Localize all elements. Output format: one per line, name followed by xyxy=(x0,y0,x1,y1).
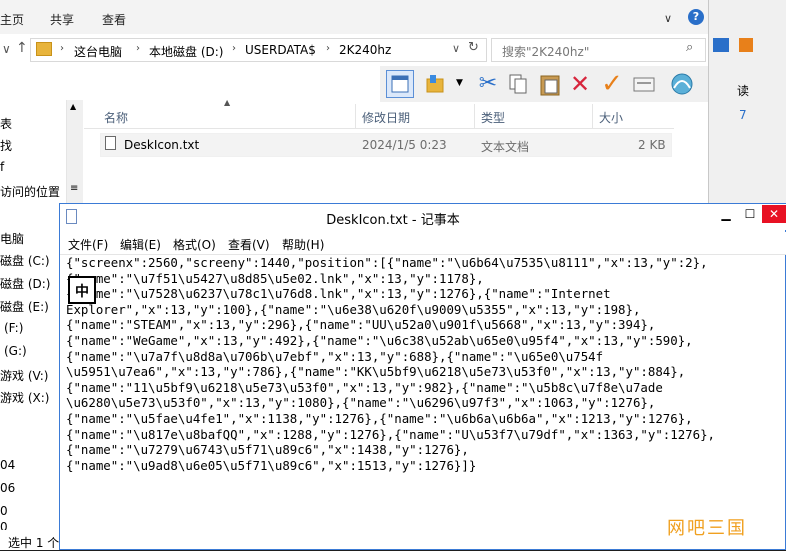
column-divider[interactable] xyxy=(474,104,475,128)
search-placeholder: 搜索"2K240hz" xyxy=(502,45,590,59)
column-divider[interactable] xyxy=(355,104,356,128)
app-icon xyxy=(713,38,729,52)
app-icon xyxy=(739,38,753,52)
column-date[interactable]: 修改日期 xyxy=(362,109,410,126)
nav-item-drive-v[interactable]: 游戏 (V:) xyxy=(0,367,48,384)
breadcrumb-sep-icon: › xyxy=(136,43,140,54)
scroll-up-icon[interactable]: ▲ xyxy=(70,102,76,111)
breadcrumb-2k240hz[interactable]: 2K240hz xyxy=(339,43,391,57)
nav-item-drive-c[interactable]: 磁盘 (C:) xyxy=(0,252,50,269)
ime-indicator[interactable]: 中 xyxy=(68,276,96,304)
folder-icon xyxy=(36,42,52,56)
status-text: 选中 1 个 xyxy=(8,536,60,550)
up-arrow-icon[interactable]: ↑ xyxy=(16,40,28,56)
file-date: 2024/1/5 0:23 xyxy=(362,138,447,152)
breadcrumb-userdata[interactable]: USERDATA$ xyxy=(245,43,316,57)
nav-item-drive-g[interactable]: (G:) xyxy=(4,344,27,358)
refresh-icon[interactable]: ↻ xyxy=(468,40,479,55)
tab-share[interactable]: 共享 xyxy=(50,11,74,28)
column-size[interactable]: 大小 xyxy=(599,109,623,126)
nav-item-this-pc[interactable]: 电脑 xyxy=(0,230,24,247)
dropdown-arrow-icon[interactable]: ▼ xyxy=(456,78,463,88)
menu-help[interactable]: 帮助(H) xyxy=(282,236,324,253)
nav-item[interactable]: 0 xyxy=(0,504,8,518)
nav-item[interactable]: 找 xyxy=(0,137,12,154)
nav-item-drive-d[interactable]: 磁盘 (D:) xyxy=(0,275,50,292)
menu-file[interactable]: 文件(F) xyxy=(68,236,108,253)
cut-icon[interactable]: ✂ xyxy=(474,70,502,98)
ribbon-expand-icon[interactable]: ∨ xyxy=(664,12,672,25)
minimize-button[interactable]: ▁ xyxy=(714,205,738,223)
column-type[interactable]: 类型 xyxy=(481,109,505,126)
background-window: 读 7 xyxy=(708,0,786,205)
tab-home[interactable]: 主页 xyxy=(0,11,24,28)
column-label: 读 xyxy=(737,84,750,98)
menu-view[interactable]: 查看(V) xyxy=(228,236,270,253)
breadcrumb-sep-icon: › xyxy=(60,43,64,54)
nav-item-recent-places[interactable]: 访问的位置 xyxy=(0,183,60,200)
file-name: DeskIcon.txt xyxy=(124,138,200,152)
breadcrumb-drive-d[interactable]: 本地磁盘 (D:) xyxy=(149,43,223,60)
delete-icon[interactable]: ✕ xyxy=(566,70,594,98)
file-type: 文本文档 xyxy=(481,140,530,154)
paste-icon[interactable] xyxy=(536,70,564,98)
nav-item[interactable]: 06 xyxy=(0,481,15,495)
nav-item-drive-e[interactable]: 磁盘 (E:) xyxy=(0,298,49,315)
tab-view[interactable]: 查看 xyxy=(102,11,126,28)
search-icon[interactable]: ⌕ xyxy=(686,40,693,55)
details-view-icon[interactable] xyxy=(386,70,414,98)
text-file-icon xyxy=(105,136,116,150)
menu-edit[interactable]: 编辑(E) xyxy=(120,236,161,253)
breadcrumb-this-pc[interactable]: 这台电脑 xyxy=(74,43,122,60)
close-button[interactable]: ✕ xyxy=(762,205,786,223)
properties-icon[interactable] xyxy=(630,70,658,98)
sort-up-icon: ▲ xyxy=(224,98,231,107)
column-name[interactable]: 名称 xyxy=(104,109,128,126)
scroll-grip-icon[interactable]: ≡ xyxy=(70,183,78,194)
nav-item-drive-x[interactable]: 游戏 (X:) xyxy=(0,389,49,406)
address-dropdown-icon[interactable]: ∨ xyxy=(452,42,460,55)
menu-bar xyxy=(60,232,786,255)
chevron-down-icon[interactable]: ∨ xyxy=(2,42,11,56)
copy-icon[interactable] xyxy=(504,70,532,98)
select-check-icon[interactable]: ✓ xyxy=(598,70,626,98)
breadcrumb-sep-icon: › xyxy=(232,43,236,54)
breadcrumb-sep-icon: › xyxy=(326,43,330,54)
menu-format[interactable]: 格式(O) xyxy=(173,236,216,253)
window-title: DeskIcon.txt - 记事本 xyxy=(326,213,460,228)
notepad-text-area[interactable]: {"screenx":2560,"screeny":1440,"position… xyxy=(66,255,766,535)
nav-item-drive-f[interactable]: (F:) xyxy=(4,321,23,335)
minimize-icon[interactable] xyxy=(711,10,729,28)
folder-options-icon[interactable] xyxy=(422,70,450,98)
nav-item[interactable]: 表 xyxy=(0,115,12,132)
shell-icon[interactable] xyxy=(668,70,696,98)
maximize-button[interactable]: ☐ xyxy=(738,205,762,223)
nav-item[interactable]: 04 xyxy=(0,458,15,472)
nav-item[interactable]: f xyxy=(0,160,4,174)
value-text: 7 xyxy=(739,108,747,122)
file-size: 2 KB xyxy=(638,138,666,152)
help-icon[interactable]: ? xyxy=(688,9,704,25)
watermark-logo: 网吧三国 xyxy=(667,518,747,539)
column-divider[interactable] xyxy=(592,104,593,128)
